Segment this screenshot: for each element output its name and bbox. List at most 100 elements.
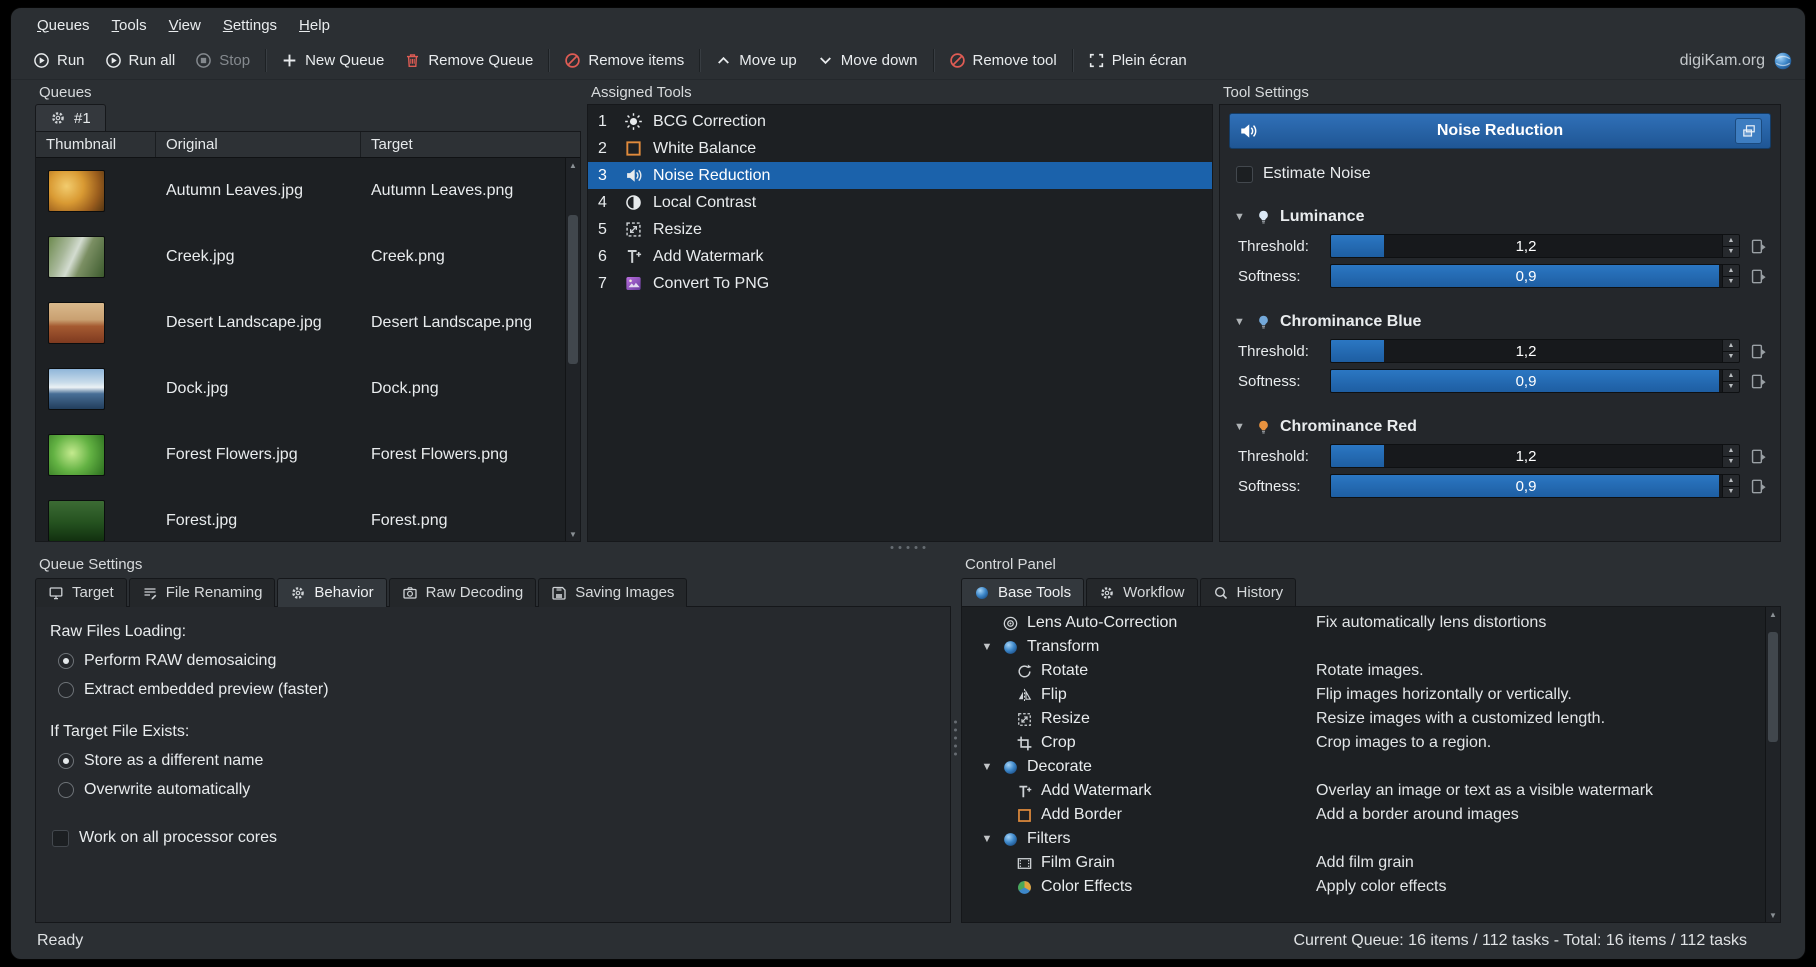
table-row[interactable]: Forest.jpg Forest.png	[36, 488, 580, 542]
fullscreen-button[interactable]: Plein écran	[1078, 47, 1197, 74]
tree-item-lens-auto-correction[interactable]: Lens Auto-Correction Fix automatically l…	[962, 611, 1780, 635]
radio-button[interactable]	[58, 682, 74, 698]
threshold-slider[interactable]: 1,2 ▲▼	[1330, 234, 1740, 258]
collapse-arrow-icon[interactable]: ▼	[980, 641, 994, 653]
collapse-arrow-icon[interactable]: ▼	[980, 761, 994, 773]
tab-base-tools[interactable]: Base Tools	[961, 578, 1084, 607]
softness-slider[interactable]: 0,9 ▲▼	[1330, 369, 1740, 393]
remove-items-button[interactable]: Remove items	[554, 47, 694, 74]
embedded-preview-option[interactable]: Extract embedded preview (faster)	[58, 681, 936, 699]
softness-slider[interactable]: 0,9 ▲▼	[1330, 474, 1740, 498]
tree-group-filters[interactable]: ▼ Filters	[962, 827, 1780, 851]
tree-item-add-border[interactable]: Add Border Add a border around images	[962, 803, 1780, 827]
reset-default-icon[interactable]	[1749, 447, 1768, 466]
queue-tab-1[interactable]: #1	[35, 104, 106, 131]
raw-demosaicing-option[interactable]: Perform RAW demosaicing	[58, 652, 936, 670]
scrollbar-thumb[interactable]	[568, 215, 578, 364]
tree-item-rotate[interactable]: Rotate Rotate images.	[962, 659, 1780, 683]
assigned-tool-noise-reduction[interactable]: 3 Noise Reduction	[588, 162, 1212, 189]
threshold-slider[interactable]: 1,2 ▲▼	[1330, 339, 1740, 363]
queues-scrollbar[interactable]: ▲ ▼	[565, 158, 580, 541]
remove-tool-button[interactable]: Remove tool	[939, 47, 1067, 74]
collapse-arrow-icon[interactable]: ▼	[1234, 316, 1247, 328]
stop-button[interactable]: Stop	[185, 47, 260, 74]
table-row[interactable]: Forest Flowers.jpg Forest Flowers.png	[36, 422, 580, 488]
reset-default-icon[interactable]	[1749, 237, 1768, 256]
section-chrominance-blue[interactable]: ▼ Chrominance Blue	[1234, 313, 1764, 331]
assigned-tool-resize[interactable]: 5 Resize	[588, 216, 1212, 243]
tree-item-resize[interactable]: Resize Resize images with a customized l…	[962, 707, 1780, 731]
softness-spinbox[interactable]: ▲▼	[1722, 370, 1739, 392]
reset-default-icon[interactable]	[1749, 477, 1768, 496]
menu-help[interactable]: Help	[289, 13, 340, 38]
tree-item-crop[interactable]: Crop Crop images to a region.	[962, 731, 1780, 755]
assigned-tool-convert-to-png[interactable]: 7 Convert To PNG	[588, 270, 1212, 297]
store-different-name-option[interactable]: Store as a different name	[58, 752, 936, 770]
assigned-tool-local-contrast[interactable]: 4 Local Contrast	[588, 189, 1212, 216]
tab-target[interactable]: Target	[35, 578, 127, 607]
scroll-down-arrow[interactable]: ▼	[566, 527, 580, 541]
table-row[interactable]: Dock.jpg Dock.png	[36, 356, 580, 422]
tab-workflow[interactable]: Workflow	[1086, 578, 1197, 607]
collapse-arrow-icon[interactable]: ▼	[1234, 421, 1247, 433]
collapse-arrow-icon[interactable]: ▼	[980, 833, 994, 845]
section-chrominance-red[interactable]: ▼ Chrominance Red	[1234, 418, 1764, 436]
assigned-tool-white-balance[interactable]: 2 White Balance	[588, 135, 1212, 162]
tab-file-renaming[interactable]: File Renaming	[129, 578, 276, 607]
control-panel-scrollbar[interactable]: ▲ ▼	[1765, 607, 1780, 922]
menu-queues[interactable]: Queues	[27, 13, 100, 38]
tree-item-flip[interactable]: Flip Flip images horizontally or vertica…	[962, 683, 1780, 707]
threshold-slider[interactable]: 1,2 ▲▼	[1330, 444, 1740, 468]
column-target[interactable]: Target	[361, 132, 565, 157]
vertical-splitter[interactable]	[951, 552, 961, 923]
tree-item-color-effects[interactable]: Color Effects Apply color effects	[962, 875, 1780, 899]
reset-default-icon[interactable]	[1749, 342, 1768, 361]
radio-button[interactable]	[58, 782, 74, 798]
tab-behavior[interactable]: Behavior	[277, 578, 386, 607]
detach-settings-button[interactable]	[1735, 118, 1762, 144]
all-cores-option[interactable]: Work on all processor cores	[52, 829, 936, 847]
column-original[interactable]: Original	[156, 132, 361, 157]
scrollbar-thumb[interactable]	[1768, 632, 1778, 741]
menu-tools[interactable]: Tools	[102, 13, 157, 38]
threshold-spinbox[interactable]: ▲▼	[1722, 235, 1739, 257]
tree-group-transform[interactable]: ▼ Transform	[962, 635, 1780, 659]
threshold-spinbox[interactable]: ▲▼	[1722, 340, 1739, 362]
table-row[interactable]: Desert Landscape.jpg Desert Landscape.pn…	[36, 290, 580, 356]
move-down-button[interactable]: Move down	[807, 47, 928, 74]
run-button[interactable]: Run	[23, 47, 95, 74]
assigned-tool-add-watermark[interactable]: 6 Add Watermark	[588, 243, 1212, 270]
run-all-button[interactable]: Run all	[95, 47, 186, 74]
move-up-button[interactable]: Move up	[705, 47, 807, 74]
tree-item-film-grain[interactable]: Film Grain Add film grain	[962, 851, 1780, 875]
overwrite-automatically-option[interactable]: Overwrite automatically	[58, 781, 936, 799]
section-luminance[interactable]: ▼ Luminance	[1234, 208, 1764, 226]
menu-settings[interactable]: Settings	[213, 13, 287, 38]
horizontal-splitter[interactable]	[35, 542, 1781, 552]
new-queue-button[interactable]: New Queue	[271, 47, 394, 74]
softness-spinbox[interactable]: ▲▼	[1722, 265, 1739, 287]
tab-history[interactable]: History	[1200, 578, 1297, 607]
threshold-spinbox[interactable]: ▲▼	[1722, 445, 1739, 467]
tab-saving-images[interactable]: Saving Images	[538, 578, 687, 607]
radio-button[interactable]	[58, 753, 74, 769]
column-thumbnail[interactable]: Thumbnail	[36, 132, 156, 157]
assigned-tool-bcg-correction[interactable]: 1 BCG Correction	[588, 108, 1212, 135]
remove-queue-button[interactable]: Remove Queue	[394, 47, 543, 74]
all-cores-checkbox[interactable]	[52, 830, 69, 847]
scroll-down-arrow[interactable]: ▼	[1766, 908, 1780, 922]
scroll-up-arrow[interactable]: ▲	[1766, 607, 1780, 621]
softness-slider[interactable]: 0,9 ▲▼	[1330, 264, 1740, 288]
table-row[interactable]: Autumn Leaves.jpg Autumn Leaves.png	[36, 158, 580, 224]
tree-item-add-watermark[interactable]: Add Watermark Overlay an image or text a…	[962, 779, 1780, 803]
estimate-noise-checkbox[interactable]	[1236, 166, 1253, 183]
tree-group-decorate[interactable]: ▼ Decorate	[962, 755, 1780, 779]
radio-button[interactable]	[58, 653, 74, 669]
collapse-arrow-icon[interactable]: ▼	[1234, 211, 1247, 223]
menu-view[interactable]: View	[159, 13, 211, 38]
scroll-up-arrow[interactable]: ▲	[566, 158, 580, 172]
reset-default-icon[interactable]	[1749, 267, 1768, 286]
softness-spinbox[interactable]: ▲▼	[1722, 475, 1739, 497]
reset-default-icon[interactable]	[1749, 372, 1768, 391]
tab-raw-decoding[interactable]: Raw Decoding	[389, 578, 537, 607]
